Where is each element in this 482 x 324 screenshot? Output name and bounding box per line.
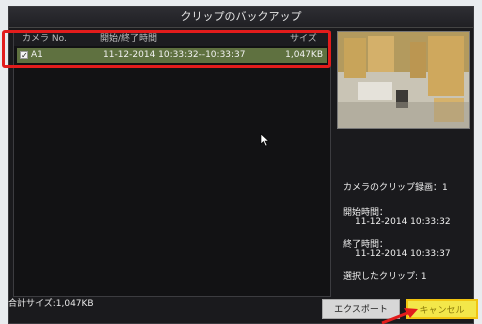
clip-backup-dialog: クリップのバックアップ カメラ No. 開始/終了時間 サイズ ✓ A1 11-… <box>8 6 474 324</box>
row-size: 1,047KB <box>285 50 323 60</box>
clip-row[interactable]: ✓ A1 11-12-2014 10:33:32--10:33:37 1,047… <box>17 48 327 63</box>
row-time: 11-12-2014 10:33:32--10:33:37 <box>103 50 246 60</box>
dialog-title: クリップのバックアップ <box>9 7 473 28</box>
header-size: サイズ <box>290 34 317 44</box>
total-size-label: 合計サイズ:1,047KB <box>8 299 94 309</box>
end-time-value: 11-12-2014 10:33:37 <box>355 249 451 259</box>
export-button[interactable]: エクスポート <box>322 299 400 319</box>
list-header: カメラ No. 開始/終了時間 サイズ <box>14 32 330 46</box>
clip-list: カメラ No. 開始/終了時間 サイズ ✓ A1 11-12-2014 10:3… <box>13 31 331 297</box>
clip-preview-image <box>337 31 470 129</box>
warehouse-thumbnail <box>338 32 469 128</box>
cancel-button[interactable]: キャンセル <box>406 299 478 319</box>
row-camera: A1 <box>31 50 43 60</box>
start-time-value: 11-12-2014 10:33:32 <box>355 217 451 227</box>
row-checkbox[interactable]: ✓ <box>20 51 28 60</box>
selected-clips-label: 選択したクリップ: 1 <box>343 272 427 282</box>
mouse-cursor-icon <box>260 133 270 147</box>
clip-count-label: カメラのクリップ録画：1 <box>343 183 448 193</box>
header-time: 開始/終了時間 <box>100 34 158 44</box>
header-camera: カメラ No. <box>22 34 67 44</box>
